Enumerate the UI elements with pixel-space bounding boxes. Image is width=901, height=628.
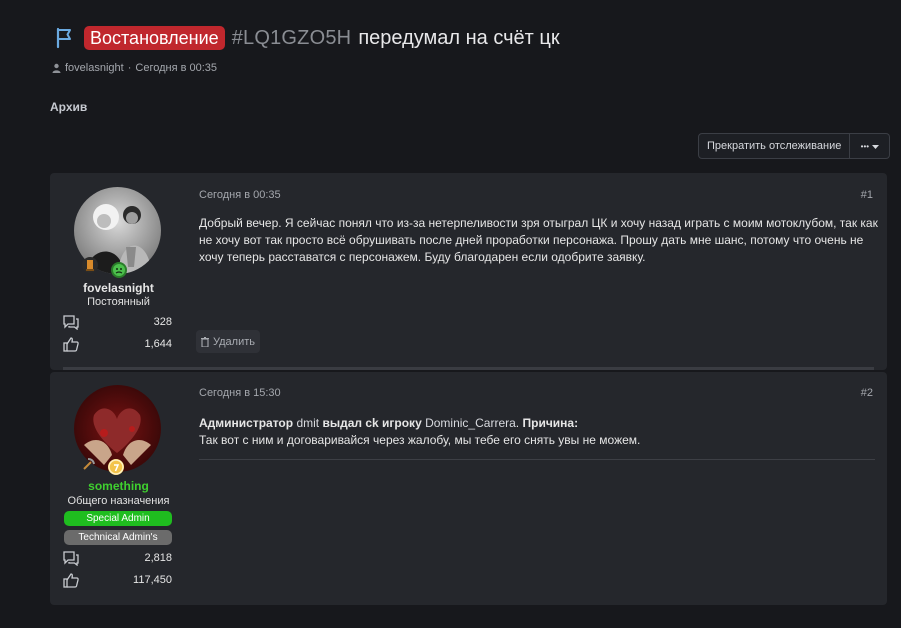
message-icon bbox=[63, 314, 79, 330]
username[interactable]: fovelasnight bbox=[50, 281, 187, 295]
level-badge-icon bbox=[108, 459, 124, 475]
post-body: Добрый вечер. Я сейчас понял что из-за н… bbox=[199, 216, 878, 264]
player-name-link[interactable]: Dominic_Carrera bbox=[425, 416, 516, 430]
user-title: Постоянный bbox=[87, 296, 150, 308]
thread-author-link[interactable]: fovelasnight bbox=[65, 62, 124, 74]
post-2: something Общего назначения Special Admi… bbox=[50, 372, 887, 605]
post-number[interactable]: #1 bbox=[861, 189, 873, 201]
page-title: передумал на счёт цк bbox=[358, 26, 560, 49]
post-number[interactable]: #2 bbox=[861, 387, 873, 399]
action-text: выдал ck игроку bbox=[322, 416, 422, 430]
meta-separator: · bbox=[127, 62, 132, 74]
stat-reactions: 117,450 bbox=[63, 572, 172, 588]
thread-tag: #LQ1GZO5H bbox=[231, 26, 352, 49]
username[interactable]: something bbox=[50, 479, 187, 493]
messages-count: 328 bbox=[153, 316, 172, 328]
post-date[interactable]: Сегодня в 15:30 bbox=[199, 387, 281, 399]
user-title: Общего назначения bbox=[67, 495, 170, 507]
more-options-button[interactable]: ••• bbox=[850, 133, 891, 159]
admin-name-link[interactable]: dmit bbox=[296, 416, 319, 430]
reason-label: Причина: bbox=[522, 416, 579, 430]
watch-button-group: Прекратить отслеживание ••• bbox=[698, 133, 891, 159]
unwatch-button[interactable]: Прекратить отслеживание bbox=[698, 133, 851, 159]
message-icon bbox=[63, 550, 79, 566]
delete-button[interactable]: Удалить bbox=[196, 330, 260, 353]
post-1-user-block: fovelasnight Постоянный 328 1,644 bbox=[50, 173, 187, 370]
flag-icon bbox=[55, 27, 75, 49]
like-icon bbox=[63, 572, 79, 588]
reactions-count: 117,450 bbox=[133, 574, 172, 586]
post-body: Администратор dmit выдал ck игроку Domin… bbox=[199, 415, 879, 449]
archive-label: Архив bbox=[50, 100, 88, 114]
technical-admin-banner: Technical Admin's bbox=[64, 530, 172, 545]
reason-text: Так вот с ним и договаривайся через жало… bbox=[199, 433, 641, 447]
stat-messages: 328 bbox=[63, 314, 172, 330]
reactions-count: 1,644 bbox=[144, 338, 172, 350]
stat-messages: 2,818 bbox=[63, 550, 172, 566]
trash-icon bbox=[201, 336, 209, 348]
post-date[interactable]: Сегодня в 00:35 bbox=[199, 189, 281, 201]
messages-count: 2,818 bbox=[144, 552, 172, 564]
admin-action-line: Администратор dmit выдал ck игроку Domin… bbox=[199, 416, 579, 430]
post-2-avatar-wrap bbox=[74, 385, 161, 475]
thread-date[interactable]: Сегодня в 00:35 bbox=[135, 62, 217, 74]
like-icon bbox=[63, 336, 79, 352]
chevron-down-icon bbox=[872, 140, 880, 152]
trophy-badge-icon bbox=[82, 257, 98, 273]
prefix-badge[interactable]: Востановление bbox=[84, 26, 225, 50]
post-1-avatar-wrap bbox=[74, 187, 161, 278]
thread-title-row: Востановление #LQ1GZO5H передумал на счё… bbox=[55, 24, 560, 52]
post-2-user-block: something Общего назначения Special Admi… bbox=[50, 372, 187, 605]
admin-word: Администратор bbox=[199, 416, 294, 430]
thread-meta: fovelasnight · Сегодня в 00:35 bbox=[52, 62, 217, 74]
post-divider bbox=[63, 367, 874, 370]
pickaxe-badge-icon bbox=[81, 456, 97, 472]
more-options-dots: ••• bbox=[860, 141, 870, 151]
special-admin-banner: Special Admin bbox=[64, 511, 172, 526]
stat-reactions: 1,644 bbox=[63, 336, 172, 352]
status-badge-icon bbox=[111, 262, 127, 278]
user-icon bbox=[52, 63, 61, 73]
delete-label: Удалить bbox=[213, 335, 255, 348]
signature-divider bbox=[199, 459, 875, 460]
post-1: fovelasnight Постоянный 328 1,644 Сегодн… bbox=[50, 173, 887, 370]
